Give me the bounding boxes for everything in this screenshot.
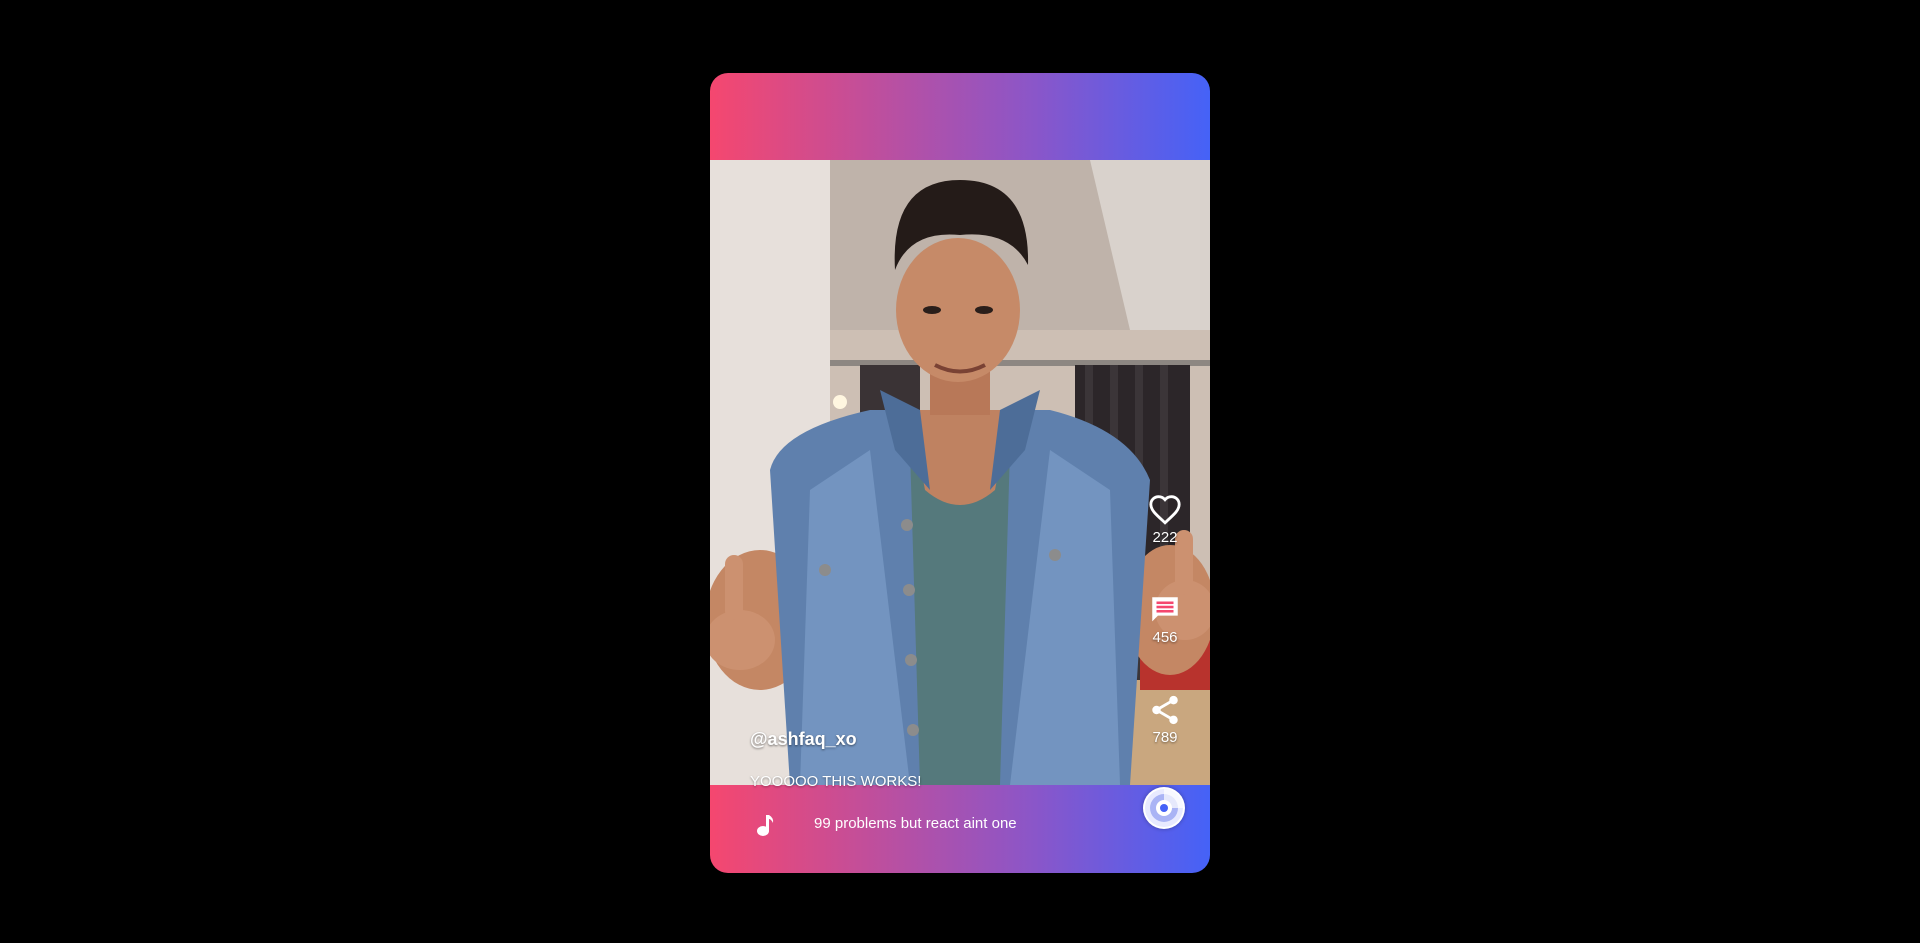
share-button[interactable]: 789	[1135, 693, 1195, 746]
share-count: 789	[1152, 729, 1178, 746]
video-player[interactable]	[710, 160, 1210, 785]
top-gradient-bar	[710, 73, 1210, 160]
post-username[interactable]: @ashfaq_xo	[750, 729, 857, 750]
record-disc-icon[interactable]	[1143, 787, 1185, 829]
page-background: @ashfaq_xo YOOOOO THIS WORKS! 99 problem…	[0, 0, 1920, 943]
music-note-icon	[755, 813, 775, 837]
video-frame	[710, 160, 1210, 785]
like-button[interactable]: 222	[1135, 493, 1195, 546]
heart-icon[interactable]	[1148, 493, 1182, 527]
like-count: 222	[1152, 529, 1178, 546]
song-title[interactable]: 99 problems but react aint one	[814, 815, 1017, 832]
comment-count: 456	[1152, 629, 1178, 646]
post-caption: YOOOOO THIS WORKS!	[750, 773, 922, 790]
share-icon[interactable]	[1148, 693, 1182, 727]
comment-button[interactable]: 456	[1135, 593, 1195, 646]
video-card[interactable]: @ashfaq_xo YOOOOO THIS WORKS! 99 problem…	[710, 73, 1210, 873]
comment-icon[interactable]	[1148, 593, 1182, 627]
